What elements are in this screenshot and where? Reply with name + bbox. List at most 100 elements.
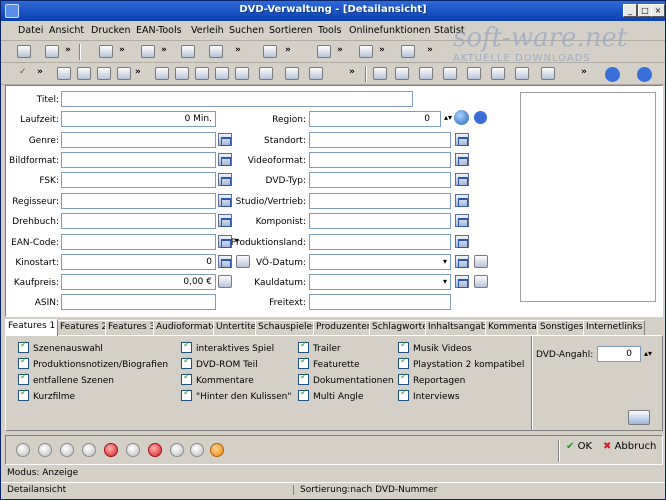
videoformat-field[interactable] [309, 152, 451, 168]
tab-sonstiges[interactable]: Sonstiges [537, 320, 587, 335]
toolbar-chevron-icon[interactable]: » [161, 45, 167, 55]
grid-icon[interactable] [215, 67, 229, 80]
checkbox-icon[interactable] [181, 356, 192, 369]
delete-icon[interactable] [148, 443, 162, 457]
checkbox-icon[interactable] [18, 372, 29, 385]
checkbox-icon[interactable] [18, 388, 29, 401]
laufzeit-field[interactable]: 0 Min. [61, 111, 216, 127]
toolbar-chevron-icon[interactable]: » [285, 45, 291, 55]
menu-suchen[interactable]: Suchen [229, 25, 264, 36]
bildformat-list-icon[interactable] [218, 153, 232, 166]
sort-icon[interactable] [263, 45, 277, 58]
first-icon[interactable] [16, 443, 30, 457]
refresh-icon[interactable] [210, 443, 224, 457]
toolbar-chevron-icon[interactable]: » [135, 67, 141, 77]
loan-icon[interactable] [181, 45, 195, 58]
checkbox-icon[interactable] [18, 340, 29, 353]
checkbox-item[interactable]: DVD-ROM Teil [181, 356, 258, 370]
info-icon[interactable] [637, 67, 652, 82]
toolbar-chevron-icon[interactable]: » [119, 45, 125, 55]
checkbox-icon[interactable] [398, 372, 409, 385]
toolbar-chevron-icon[interactable]: » [427, 45, 433, 55]
menu-datei[interactable]: Datei [18, 25, 43, 36]
dvd-anzahl-field[interactable]: 0 [597, 346, 641, 362]
dvdtyp-field[interactable] [309, 172, 451, 188]
checkbox-item[interactable]: entfallene Szenen [18, 372, 114, 386]
search-icon[interactable] [309, 67, 323, 80]
komponist-field[interactable] [309, 213, 451, 229]
table2-icon[interactable] [373, 67, 387, 80]
kaufdatum-dropdown-icon[interactable]: ▾ [439, 275, 451, 289]
checkbox-icon[interactable] [398, 388, 409, 401]
checkbox-item[interactable]: Musik Videos [398, 340, 472, 354]
checkbox-item[interactable]: Produktionsnotizen/Biografien [18, 356, 168, 370]
toolbar-chevron-icon[interactable]: » [581, 67, 587, 77]
menu-ansicht[interactable]: Ansicht [49, 25, 84, 36]
funnel-icon[interactable] [259, 67, 273, 80]
studio-list-icon[interactable] [455, 194, 469, 207]
filter-icon[interactable] [235, 67, 249, 80]
check-round-icon[interactable] [170, 443, 184, 457]
region-stepper-icon[interactable]: ▴▾ [442, 111, 454, 125]
standort-list-icon[interactable] [455, 133, 469, 146]
checkbox-item[interactable]: Kommentare [181, 372, 254, 386]
new-icon[interactable] [45, 45, 59, 58]
dvd-anzahl-stepper-icon[interactable]: ▴▾ [642, 347, 654, 361]
checkbox-item[interactable]: Kurzfilme [18, 388, 75, 402]
checkbox-icon[interactable] [298, 388, 309, 401]
disc-icon[interactable] [57, 67, 71, 80]
person2-icon[interactable] [467, 67, 481, 80]
ean-icon[interactable] [141, 45, 155, 58]
close-button[interactable]: × [651, 4, 665, 17]
tab-internetlinks[interactable]: Internetlinks [583, 320, 646, 335]
remove-icon[interactable] [195, 67, 209, 80]
image-icon[interactable] [209, 45, 223, 58]
menu-sortieren[interactable]: Sortieren [269, 25, 313, 36]
voedatum-clear-icon[interactable] [474, 255, 488, 268]
view-icon[interactable] [17, 45, 31, 58]
toolbar-chevron-icon[interactable]: » [349, 67, 355, 77]
kaufdatum-calendar-icon[interactable] [455, 275, 469, 288]
tab-features-1[interactable]: Features 1 [5, 319, 59, 336]
genre-field[interactable] [61, 132, 216, 148]
fsk-field[interactable] [61, 172, 216, 188]
minus-icon[interactable] [126, 443, 140, 457]
bildformat-field[interactable] [61, 152, 216, 168]
videoformat-list-icon[interactable] [455, 153, 469, 166]
globe-icon[interactable] [454, 110, 469, 125]
add-icon[interactable] [175, 67, 189, 80]
search2-icon[interactable] [541, 67, 555, 80]
table-icon[interactable] [155, 67, 169, 80]
abbruch-button[interactable]: ✖ Abbruch [603, 441, 656, 452]
checkbox-item[interactable]: Dokumentationen [298, 372, 394, 386]
tab-features-3[interactable]: Features 3 [105, 320, 159, 335]
person-icon[interactable] [285, 67, 299, 80]
genre-list-icon[interactable] [218, 133, 232, 146]
kaufdatum-clear-icon[interactable] [474, 275, 488, 288]
toolbar-chevron-icon[interactable]: » [379, 45, 385, 55]
tools-icon[interactable] [359, 45, 373, 58]
fsk-list-icon[interactable] [218, 173, 232, 186]
tab-kommentar[interactable]: Kommentar [485, 320, 544, 335]
checkbox-icon[interactable] [181, 388, 192, 401]
standort-field[interactable] [309, 132, 451, 148]
menu-ean-tools[interactable]: EAN-Tools [136, 25, 182, 36]
checkbox-icon[interactable] [298, 372, 309, 385]
checkbox-item[interactable]: Interviews [398, 388, 460, 402]
print-icon[interactable] [99, 45, 113, 58]
maximize-button[interactable]: □ [638, 4, 652, 17]
cover-preview[interactable] [520, 92, 656, 302]
next-icon[interactable] [82, 443, 96, 457]
toolbar-chevron-icon[interactable]: » [65, 45, 71, 55]
produktionsland-field[interactable] [309, 234, 451, 250]
kaufpreis-field[interactable]: 0,00 € [61, 274, 216, 290]
checkbox-item[interactable]: Featurette [298, 356, 360, 370]
barcode-icon[interactable] [317, 45, 331, 58]
komponist-list-icon[interactable] [455, 214, 469, 227]
check-icon[interactable]: ✓ [19, 67, 27, 77]
edit-icon[interactable] [97, 67, 111, 80]
grid2-icon[interactable] [419, 67, 433, 80]
regisseur-list-icon[interactable] [218, 194, 232, 207]
prev-icon[interactable] [60, 443, 74, 457]
produktionsland-list-icon[interactable] [455, 235, 469, 248]
